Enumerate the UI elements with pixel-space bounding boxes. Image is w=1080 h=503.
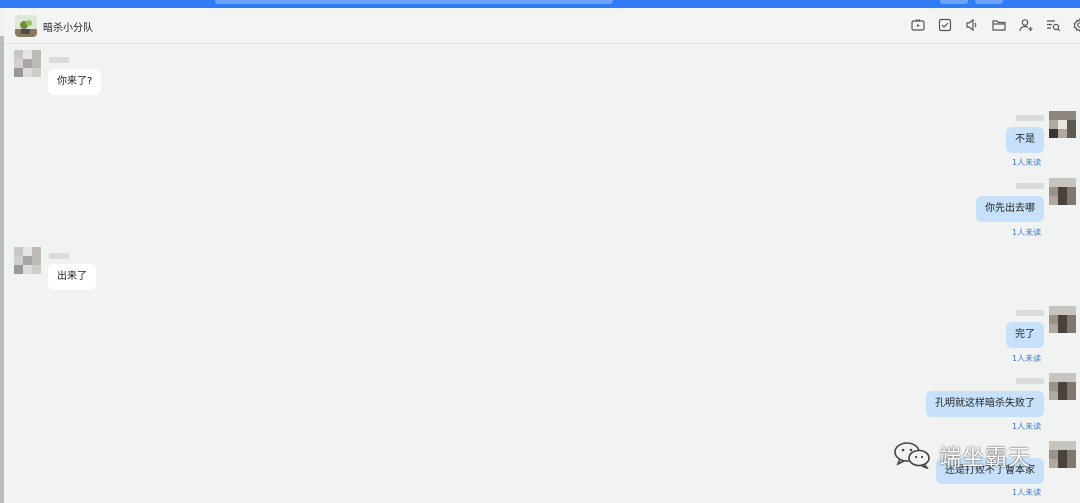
sender-name-redacted	[1016, 310, 1044, 316]
sender-avatar[interactable]	[14, 247, 41, 274]
wechat-logo-icon	[893, 441, 933, 470]
unread-status[interactable]: 1人未读	[1012, 421, 1041, 432]
chat-header: 暗杀小分队	[4, 8, 1080, 44]
message-bubble[interactable]: 不是	[1006, 127, 1044, 153]
my-avatar[interactable]	[1049, 111, 1076, 138]
search-history-icon[interactable]	[1045, 17, 1061, 33]
watermark-text: 端坐霸天	[939, 446, 1032, 471]
my-avatar[interactable]	[1049, 373, 1076, 400]
settings-icon[interactable]	[1072, 17, 1080, 33]
message-bubble[interactable]: 你来了?	[48, 69, 102, 95]
message-bubble[interactable]: 完了	[1006, 322, 1044, 348]
window-button[interactable]	[940, 0, 968, 4]
window-button[interactable]	[975, 0, 1003, 4]
my-avatar[interactable]	[1049, 306, 1076, 333]
my-avatar[interactable]	[1049, 441, 1076, 468]
unread-status[interactable]: 1人未读	[1012, 353, 1041, 364]
sender-avatar[interactable]	[14, 50, 41, 77]
unread-status[interactable]: 1人未读	[1012, 227, 1041, 238]
global-search-input[interactable]	[215, 0, 613, 4]
video-call-icon[interactable]	[910, 17, 926, 33]
message-bubble[interactable]: 孔明就这样暗杀失败了	[926, 391, 1044, 417]
group-avatar[interactable]	[15, 15, 37, 37]
conversation-list-edge	[0, 36, 4, 503]
sender-name-redacted	[1016, 378, 1044, 384]
folder-icon[interactable]	[991, 17, 1007, 33]
my-avatar[interactable]	[1049, 178, 1076, 205]
add-member-icon[interactable]	[1018, 17, 1034, 33]
sender-name-redacted	[49, 57, 69, 63]
unread-status[interactable]: 1人未读	[1012, 487, 1041, 498]
announcement-icon[interactable]	[964, 17, 980, 33]
sender-name-redacted	[1016, 183, 1044, 189]
title-bar	[0, 0, 1080, 8]
sender-name-redacted	[49, 253, 69, 259]
group-name[interactable]: 暗杀小分队	[43, 19, 93, 34]
unread-status[interactable]: 1人未读	[1012, 157, 1041, 168]
sender-name-redacted	[1016, 115, 1044, 121]
message-bubble[interactable]: 你先出去哪	[976, 196, 1044, 222]
message-bubble[interactable]: 出来了	[48, 264, 96, 290]
checklist-icon[interactable]	[937, 17, 953, 33]
